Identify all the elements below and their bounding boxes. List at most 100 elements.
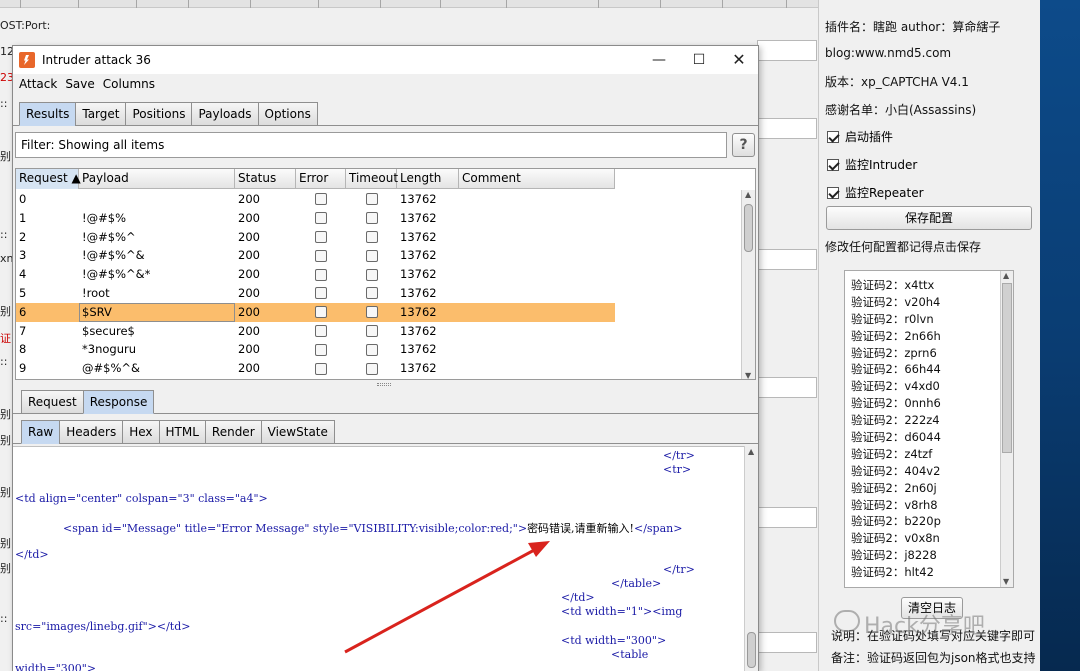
tab-response[interactable]: Response — [82, 390, 155, 414]
checkbox-unchecked-icon — [365, 212, 378, 225]
table-row[interactable]: 5 !root 200 13762 — [16, 284, 615, 303]
scroll-thumb[interactable] — [747, 632, 756, 668]
maximize-icon[interactable]: ☐ — [679, 46, 719, 74]
captcha-log-item: 验证码2：d6044 — [851, 430, 941, 445]
table-row[interactable]: 7 $secure$ 200 13762 — [16, 322, 615, 341]
menu-save[interactable]: Save — [65, 77, 94, 95]
response-scrollbar[interactable]: ▲ — [744, 446, 758, 671]
checkbox-unchecked-icon — [315, 343, 327, 356]
error-checkbox — [296, 246, 346, 265]
checkbox-label: 监控Repeater — [845, 186, 924, 200]
column-status[interactable]: Status — [235, 169, 296, 189]
tab-viewstate[interactable]: ViewState — [260, 420, 335, 444]
cell-payload — [79, 190, 235, 209]
plugin-version: 版本：xp_CAPTCHA V4.1 — [825, 75, 969, 89]
tab-headers[interactable]: Headers — [59, 420, 124, 444]
background-input[interactable] — [757, 507, 817, 528]
scroll-up-icon[interactable]: ▲ — [748, 447, 754, 456]
close-icon[interactable]: ✕ — [719, 46, 759, 74]
column-timeout[interactable]: Timeout — [346, 169, 398, 189]
cell-length: 13762 — [400, 304, 437, 319]
scroll-down-icon[interactable]: ▼ — [1003, 577, 1009, 586]
table-row[interactable]: 9 @#$%^& 200 13762 — [16, 359, 615, 378]
pane-splitter-handle[interactable] — [377, 383, 391, 386]
checkbox-unchecked-icon — [315, 287, 327, 300]
column-request[interactable]: Request ▲ — [16, 169, 81, 189]
cell-payload: !@#$%^ — [82, 229, 136, 244]
response-raw-view[interactable]: </tr> <tr> <td align="center" colspan="3… — [13, 446, 744, 671]
tab-payloads[interactable]: Payloads — [191, 102, 259, 126]
plugin-note-json: 备注：验证码返回包为json格式也支持 — [831, 651, 1036, 665]
save-config-button[interactable]: 保存配置 — [826, 206, 1032, 230]
monitor-intruder-checkbox[interactable]: 监控Intruder — [827, 156, 917, 173]
scroll-up-icon[interactable]: ▲ — [1003, 271, 1009, 280]
background-input[interactable] — [757, 249, 817, 270]
column-length[interactable]: Length — [397, 169, 459, 189]
captcha-log-item: 验证码2：66h44 — [851, 362, 941, 377]
cell-request: 8 — [19, 342, 27, 357]
scroll-thumb[interactable] — [1002, 283, 1012, 453]
main-tabs: Results Target Positions Payloads Option… — [19, 102, 318, 126]
tab-target[interactable]: Target — [75, 102, 127, 126]
tab-raw[interactable]: Raw — [21, 420, 61, 444]
help-icon[interactable]: ? — [732, 133, 755, 157]
minimize-icon[interactable]: — — [639, 46, 679, 74]
results-filter-bar[interactable]: Filter: Showing all items — [15, 132, 727, 158]
code-line: </tr> — [663, 449, 695, 462]
cell-payload: !@#$% — [82, 210, 126, 225]
menu-columns[interactable]: Columns — [103, 77, 155, 95]
monitor-repeater-checkbox[interactable]: 监控Repeater — [827, 184, 924, 201]
error-checkbox — [296, 303, 346, 322]
window-title: Intruder attack 36 — [42, 53, 151, 67]
tab-positions[interactable]: Positions — [125, 102, 193, 126]
captcha-log-item: 验证码2：j8228 — [851, 548, 937, 563]
log-scrollbar[interactable]: ▲ ▼ — [1000, 271, 1013, 587]
table-scrollbar[interactable]: ▲ ▼ — [741, 190, 755, 379]
table-row[interactable]: 3 !@#$%^& 200 13762 — [16, 246, 615, 265]
table-row[interactable]: 4 !@#$%^&* 200 13762 — [16, 265, 615, 284]
table-row[interactable]: 0 200 13762 — [16, 190, 615, 209]
checkbox-unchecked-icon — [315, 268, 327, 281]
code-line: <tr> — [663, 463, 692, 476]
table-row[interactable]: 6 $SRV 200 13762 — [16, 302, 615, 322]
background-input[interactable] — [757, 632, 817, 653]
tab-html[interactable]: HTML — [158, 420, 206, 444]
enable-plugin-checkbox[interactable]: 启动插件 — [827, 128, 893, 145]
cell-request: 2 — [19, 229, 27, 244]
scroll-thumb[interactable] — [744, 204, 753, 252]
cell-request: 0 — [19, 192, 27, 206]
tab-options[interactable]: Options — [257, 102, 318, 126]
cell-status: 200 — [238, 304, 260, 319]
cell-payload: @#$%^& — [82, 361, 140, 376]
background-input[interactable] — [757, 377, 817, 398]
tab-hex[interactable]: Hex — [122, 420, 160, 444]
checkbox-unchecked-icon — [365, 343, 378, 356]
table-row[interactable]: 1 !@#$% 200 13762 — [16, 209, 615, 228]
background-label: OST:Port: — [0, 19, 51, 32]
error-checkbox — [296, 265, 346, 284]
checkbox-checked-icon — [827, 130, 839, 143]
cell-request: 5 — [19, 285, 27, 300]
scroll-down-icon[interactable]: ▼ — [745, 371, 751, 379]
cell-length: 13762 — [400, 285, 437, 300]
window-title-bar[interactable]: Intruder attack 36 — ☐ ✕ — [13, 46, 758, 74]
code-line: </td> — [15, 548, 49, 561]
background-label: 证 — [0, 332, 11, 345]
checkbox-label: 启动插件 — [845, 130, 894, 144]
tab-results[interactable]: Results — [19, 102, 77, 126]
column-comment[interactable]: Comment — [459, 169, 615, 189]
scroll-up-icon[interactable]: ▲ — [745, 190, 751, 199]
watermark: Hack分享吧 — [864, 614, 985, 639]
menu-attack[interactable]: Attack — [19, 77, 57, 95]
timeout-checkbox — [346, 303, 397, 322]
tab-request[interactable]: Request — [21, 390, 84, 414]
background-input[interactable] — [757, 40, 817, 61]
tab-render[interactable]: Render — [204, 420, 262, 444]
table-row[interactable]: 2 !@#$%^ 200 13762 — [16, 228, 615, 247]
error-checkbox — [296, 284, 346, 303]
captcha-log-list[interactable]: 验证码2：x4ttx 验证码2：v20h4 验证码2：r0lvn 验证码2：2n66h… — [844, 270, 1014, 588]
column-payload[interactable]: Payload — [79, 169, 235, 189]
table-row[interactable]: 8 *3noguru 200 13762 — [16, 340, 615, 359]
background-input[interactable] — [757, 118, 817, 139]
column-error[interactable]: Error — [296, 169, 346, 189]
